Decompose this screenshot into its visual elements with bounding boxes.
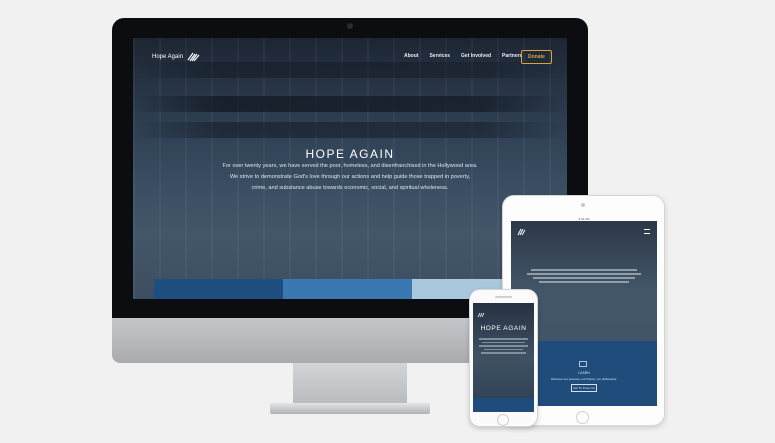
tablet-home-button[interactable]	[576, 411, 589, 424]
main-nav: About Services Get Involved Partners	[404, 53, 522, 59]
imac-stand-neck	[293, 363, 407, 405]
bg-shape	[133, 62, 567, 78]
menu-icon[interactable]	[644, 229, 650, 234]
status-time: 9:41 AM	[578, 217, 590, 221]
phone-screen: HOPE AGAIN	[473, 303, 534, 412]
nav-get-involved[interactable]: Get Involved	[461, 53, 491, 59]
hero-title: HOPE AGAIN	[480, 325, 527, 332]
tablet-camera	[581, 203, 585, 207]
hands-logo-icon[interactable]	[517, 228, 527, 236]
hero-text-block	[479, 336, 528, 356]
imac-stand-foot	[270, 403, 430, 414]
nav-about[interactable]: About	[404, 53, 418, 59]
phone-speaker	[495, 296, 512, 298]
donate-button[interactable]: Donate	[521, 50, 552, 64]
phone-home-button[interactable]	[497, 414, 509, 426]
hands-logo-icon	[187, 52, 200, 62]
nav-services[interactable]: Services	[429, 53, 450, 59]
bg-shape	[133, 96, 567, 112]
hero-text-line: We strive to demonstrate God's love thro…	[229, 174, 471, 180]
book-icon	[579, 361, 587, 367]
hero-text-block	[521, 267, 647, 293]
hero-title: HOPE AGAIN	[305, 147, 395, 161]
feature-tile[interactable]	[154, 279, 283, 299]
card-button[interactable]: Get To Know Us	[571, 384, 597, 392]
brand-name: Hope Again	[152, 53, 184, 60]
bg-shape	[133, 122, 567, 138]
site-logo[interactable]: Hope Again	[152, 51, 201, 62]
hero-text-line: For over twenty years, we have served th…	[222, 163, 478, 169]
hero-text-line: crime, and substance abuse towards econo…	[251, 185, 449, 191]
nav-partners[interactable]: Partners	[502, 53, 522, 59]
hands-logo-icon[interactable]	[477, 312, 485, 318]
camera-dot	[347, 23, 353, 29]
feature-tile[interactable]	[283, 279, 412, 299]
learn-card	[473, 398, 534, 412]
